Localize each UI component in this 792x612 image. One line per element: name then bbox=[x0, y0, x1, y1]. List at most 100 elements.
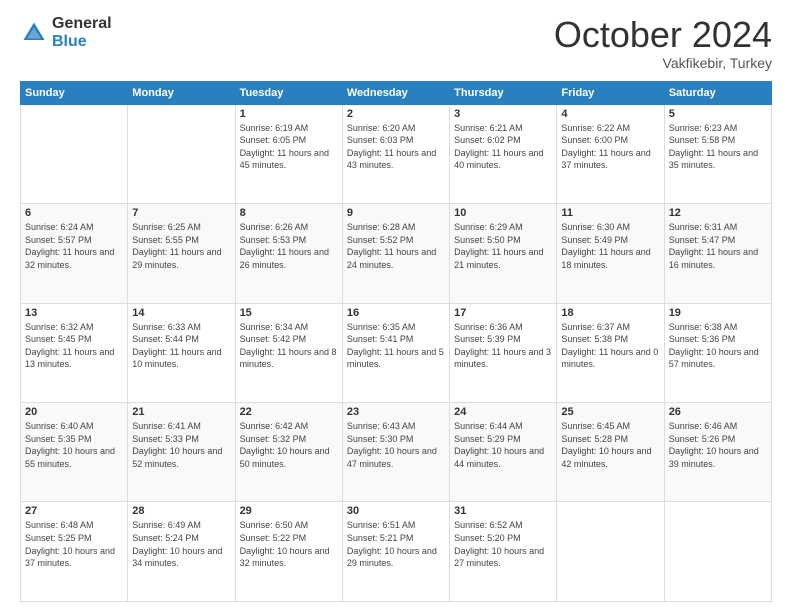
table-row: 11 Sunrise: 6:30 AM Sunset: 5:49 PM Dayli… bbox=[557, 204, 664, 303]
day-number: 5 bbox=[669, 108, 767, 120]
day-info: Sunrise: 6:48 AM Sunset: 5:25 PM Dayligh… bbox=[25, 519, 123, 569]
table-row: 4Sunrise: 6:22 AM Sunset: 6:00 PM Daylig… bbox=[557, 104, 664, 203]
day-info: Sunrise: 6:33 AM Sunset: 5:44 PM Dayligh… bbox=[132, 321, 230, 371]
header: General Blue October 2024 Vakfikebir, Tu… bbox=[20, 15, 772, 71]
table-row: 10Sunrise: 6:29 AM Sunset: 5:50 PM Dayli… bbox=[450, 204, 557, 303]
day-number: 14 bbox=[132, 307, 230, 319]
day-number: 1 bbox=[240, 108, 338, 120]
day-info: Sunrise: 6:43 AM Sunset: 5:30 PM Dayligh… bbox=[347, 420, 445, 470]
logo-icon bbox=[20, 19, 48, 47]
day-number: 28 bbox=[132, 505, 230, 517]
day-info: Sunrise: 6:50 AM Sunset: 5:22 PM Dayligh… bbox=[240, 519, 338, 569]
day-number: 19 bbox=[669, 307, 767, 319]
col-tuesday: Tuesday bbox=[235, 81, 342, 104]
table-row bbox=[21, 104, 128, 203]
col-thursday: Thursday bbox=[450, 81, 557, 104]
day-info: Sunrise: 6:52 AM Sunset: 5:20 PM Dayligh… bbox=[454, 519, 552, 569]
day-info: Sunrise: 6:46 AM Sunset: 5:26 PM Dayligh… bbox=[669, 420, 767, 470]
day-info: Sunrise: 6:45 AM Sunset: 5:28 PM Dayligh… bbox=[561, 420, 659, 470]
title-block: October 2024 Vakfikebir, Turkey bbox=[554, 15, 772, 71]
day-info: Sunrise: 6:44 AM Sunset: 5:29 PM Dayligh… bbox=[454, 420, 552, 470]
table-row bbox=[557, 502, 664, 602]
day-number: 21 bbox=[132, 406, 230, 418]
day-number: 10 bbox=[454, 207, 552, 219]
calendar-week-row: 20Sunrise: 6:40 AM Sunset: 5:35 PM Dayli… bbox=[21, 403, 772, 502]
day-number: 24 bbox=[454, 406, 552, 418]
col-sunday: Sunday bbox=[21, 81, 128, 104]
table-row: 18 Sunrise: 6:37 AM Sunset: 5:38 PM Dayli… bbox=[557, 303, 664, 402]
day-number: 27 bbox=[25, 505, 123, 517]
day-info: Sunrise: 6:32 AM Sunset: 5:45 PM Dayligh… bbox=[25, 321, 123, 371]
calendar-week-row: 27 Sunrise: 6:48 AM Sunset: 5:25 PM Dayli… bbox=[21, 502, 772, 602]
day-info: Sunrise: 6:38 AM Sunset: 5:36 PM Dayligh… bbox=[669, 321, 767, 371]
table-row: 13 Sunrise: 6:32 AM Sunset: 5:45 PM Dayli… bbox=[21, 303, 128, 402]
day-number: 9 bbox=[347, 207, 445, 219]
day-number: 6 bbox=[25, 207, 123, 219]
day-number: 12 bbox=[669, 207, 767, 219]
day-number: 18 bbox=[561, 307, 659, 319]
day-number: 30 bbox=[347, 505, 445, 517]
day-info: Sunrise: 6:36 AM Sunset: 5:39 PM Dayligh… bbox=[454, 321, 552, 371]
table-row: 25Sunrise: 6:45 AM Sunset: 5:28 PM Dayli… bbox=[557, 403, 664, 502]
calendar-week-row: 13 Sunrise: 6:32 AM Sunset: 5:45 PM Dayli… bbox=[21, 303, 772, 402]
table-row bbox=[664, 502, 771, 602]
logo: General Blue bbox=[20, 15, 112, 50]
day-info: Sunrise: 6:41 AM Sunset: 5:33 PM Dayligh… bbox=[132, 420, 230, 470]
day-info: Sunrise: 6:22 AM Sunset: 6:00 PM Dayligh… bbox=[561, 122, 659, 172]
day-number: 22 bbox=[240, 406, 338, 418]
col-saturday: Saturday bbox=[664, 81, 771, 104]
day-number: 17 bbox=[454, 307, 552, 319]
month-title: October 2024 bbox=[554, 15, 772, 55]
calendar-header-row: Sunday Monday Tuesday Wednesday Thursday… bbox=[21, 81, 772, 104]
day-number: 23 bbox=[347, 406, 445, 418]
table-row: 27 Sunrise: 6:48 AM Sunset: 5:25 PM Dayli… bbox=[21, 502, 128, 602]
day-info: Sunrise: 6:30 AM Sunset: 5:49 PM Dayligh… bbox=[561, 221, 659, 271]
day-info: Sunrise: 6:26 AM Sunset: 5:53 PM Dayligh… bbox=[240, 221, 338, 271]
table-row: 20Sunrise: 6:40 AM Sunset: 5:35 PM Dayli… bbox=[21, 403, 128, 502]
calendar-table: Sunday Monday Tuesday Wednesday Thursday… bbox=[20, 81, 772, 602]
day-info: Sunrise: 6:51 AM Sunset: 5:21 PM Dayligh… bbox=[347, 519, 445, 569]
day-info: Sunrise: 6:42 AM Sunset: 5:32 PM Dayligh… bbox=[240, 420, 338, 470]
day-number: 3 bbox=[454, 108, 552, 120]
day-number: 13 bbox=[25, 307, 123, 319]
table-row: 19 Sunrise: 6:38 AM Sunset: 5:36 PM Dayli… bbox=[664, 303, 771, 402]
day-number: 31 bbox=[454, 505, 552, 517]
table-row: 1Sunrise: 6:19 AM Sunset: 6:05 PM Daylig… bbox=[235, 104, 342, 203]
day-number: 2 bbox=[347, 108, 445, 120]
col-monday: Monday bbox=[128, 81, 235, 104]
day-number: 8 bbox=[240, 207, 338, 219]
table-row: 2Sunrise: 6:20 AM Sunset: 6:03 PM Daylig… bbox=[342, 104, 449, 203]
day-info: Sunrise: 6:49 AM Sunset: 5:24 PM Dayligh… bbox=[132, 519, 230, 569]
table-row: 30 Sunrise: 6:51 AM Sunset: 5:21 PM Dayli… bbox=[342, 502, 449, 602]
day-info: Sunrise: 6:35 AM Sunset: 5:41 PM Dayligh… bbox=[347, 321, 445, 371]
day-number: 11 bbox=[561, 207, 659, 219]
table-row: 23 Sunrise: 6:43 AM Sunset: 5:30 PM Dayli… bbox=[342, 403, 449, 502]
day-number: 29 bbox=[240, 505, 338, 517]
col-wednesday: Wednesday bbox=[342, 81, 449, 104]
day-number: 20 bbox=[25, 406, 123, 418]
day-number: 15 bbox=[240, 307, 338, 319]
table-row: 3 Sunrise: 6:21 AM Sunset: 6:02 PM Daylig… bbox=[450, 104, 557, 203]
day-info: Sunrise: 6:37 AM Sunset: 5:38 PM Dayligh… bbox=[561, 321, 659, 371]
logo-general-text: General bbox=[52, 15, 112, 33]
table-row: 26 Sunrise: 6:46 AM Sunset: 5:26 PM Dayli… bbox=[664, 403, 771, 502]
table-row: 21 Sunrise: 6:41 AM Sunset: 5:33 PM Dayli… bbox=[128, 403, 235, 502]
day-info: Sunrise: 6:21 AM Sunset: 6:02 PM Dayligh… bbox=[454, 122, 552, 172]
table-row: 9Sunrise: 6:28 AM Sunset: 5:52 PM Daylig… bbox=[342, 204, 449, 303]
table-row: 7Sunrise: 6:25 AM Sunset: 5:55 PM Daylig… bbox=[128, 204, 235, 303]
table-row: 31 Sunrise: 6:52 AM Sunset: 5:20 PM Dayli… bbox=[450, 502, 557, 602]
calendar-week-row: 1Sunrise: 6:19 AM Sunset: 6:05 PM Daylig… bbox=[21, 104, 772, 203]
table-row: 8 Sunrise: 6:26 AM Sunset: 5:53 PM Daylig… bbox=[235, 204, 342, 303]
table-row: 24 Sunrise: 6:44 AM Sunset: 5:29 PM Dayli… bbox=[450, 403, 557, 502]
table-row bbox=[128, 104, 235, 203]
table-row: 22 Sunrise: 6:42 AM Sunset: 5:32 PM Dayli… bbox=[235, 403, 342, 502]
col-friday: Friday bbox=[557, 81, 664, 104]
day-number: 26 bbox=[669, 406, 767, 418]
location-subtitle: Vakfikebir, Turkey bbox=[554, 55, 772, 71]
logo-text: General Blue bbox=[52, 15, 112, 50]
day-info: Sunrise: 6:34 AM Sunset: 5:42 PM Dayligh… bbox=[240, 321, 338, 371]
day-info: Sunrise: 6:25 AM Sunset: 5:55 PM Dayligh… bbox=[132, 221, 230, 271]
table-row: 5Sunrise: 6:23 AM Sunset: 5:58 PM Daylig… bbox=[664, 104, 771, 203]
table-row: 15 Sunrise: 6:34 AM Sunset: 5:42 PM Dayli… bbox=[235, 303, 342, 402]
day-info: Sunrise: 6:24 AM Sunset: 5:57 PM Dayligh… bbox=[25, 221, 123, 271]
